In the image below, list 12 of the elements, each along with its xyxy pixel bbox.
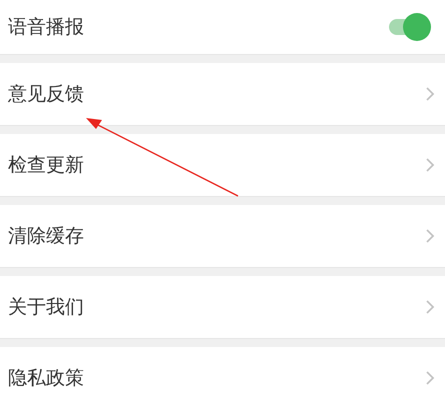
setting-label: 隐私政策 bbox=[8, 366, 84, 391]
setting-label: 清除缓存 bbox=[8, 224, 84, 249]
setting-label: 语音播报 bbox=[8, 15, 84, 40]
chevron-right-icon bbox=[425, 299, 435, 315]
setting-label: 检查更新 bbox=[8, 153, 84, 178]
setting-label: 意见反馈 bbox=[8, 82, 84, 107]
chevron-right-icon bbox=[425, 86, 435, 102]
chevron-right-icon bbox=[425, 157, 435, 173]
setting-label: 关于我们 bbox=[8, 295, 84, 320]
toggle-switch[interactable] bbox=[387, 12, 433, 42]
chevron-right-icon bbox=[425, 370, 435, 386]
chevron-right-icon bbox=[425, 228, 435, 244]
